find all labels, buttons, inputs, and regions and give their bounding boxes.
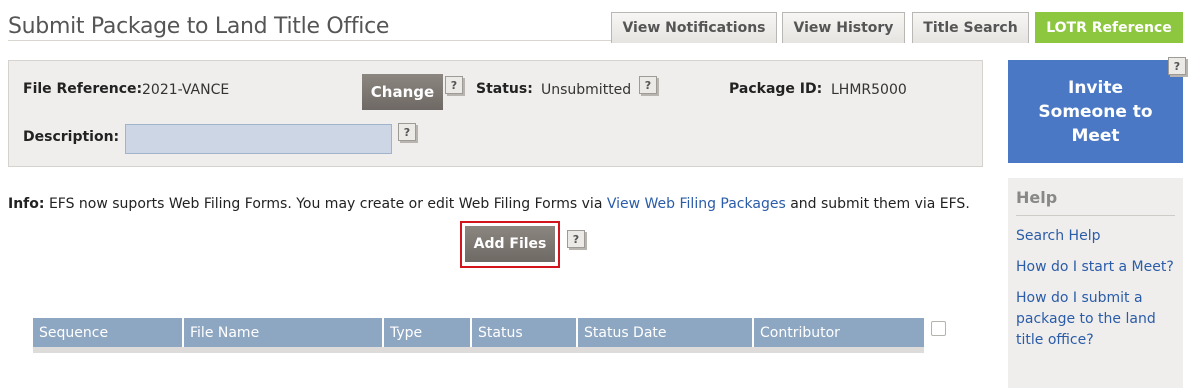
tab-title-search[interactable]: Title Search bbox=[912, 12, 1029, 43]
column-header-sequence[interactable]: Sequence bbox=[33, 318, 184, 347]
file-reference-value: 2021-VANCE bbox=[142, 82, 230, 98]
package-id-value: LHMR5000 bbox=[831, 82, 907, 98]
title-divider bbox=[8, 40, 611, 41]
add-files-help-icon[interactable]: ? bbox=[567, 230, 585, 248]
info-prefix: Info: bbox=[8, 196, 45, 212]
status-help-icon[interactable]: ? bbox=[639, 76, 657, 94]
view-web-filing-packages-link[interactable]: View Web Filing Packages bbox=[607, 196, 786, 212]
info-text-before: EFS now suports Web Filing Forms. You ma… bbox=[48, 196, 603, 212]
column-header-contributor[interactable]: Contributor bbox=[753, 318, 924, 347]
info-text-after: and submit them via EFS. bbox=[790, 196, 970, 212]
column-header-status-date[interactable]: Status Date bbox=[577, 318, 754, 347]
help-link-submit-package[interactable]: How do I submit a package to the land ti… bbox=[1016, 288, 1175, 351]
tab-view-notifications[interactable]: View Notifications bbox=[611, 12, 777, 43]
help-link-search-help[interactable]: Search Help bbox=[1016, 226, 1175, 247]
column-header-status[interactable]: Status bbox=[471, 318, 578, 347]
table-body-empty bbox=[33, 347, 924, 353]
column-header-type[interactable]: Type bbox=[383, 318, 472, 347]
invite-someone-to-meet-button[interactable]: Invite Someone to Meet bbox=[1008, 60, 1183, 163]
package-id-label: Package ID: bbox=[729, 81, 823, 97]
package-info-panel: File Reference: 2021-VANCE Change ? Stat… bbox=[8, 60, 983, 167]
description-help-icon[interactable]: ? bbox=[398, 123, 416, 141]
files-table: Sequence File Name Type Status Status Da… bbox=[33, 318, 924, 347]
description-label: Description: bbox=[23, 129, 120, 145]
status-value: Unsubmitted bbox=[541, 82, 632, 98]
tab-view-history[interactable]: View History bbox=[782, 12, 905, 43]
page-title: Submit Package to Land Title Office bbox=[8, 14, 390, 39]
change-help-icon[interactable]: ? bbox=[445, 76, 463, 94]
invite-help-icon[interactable]: ? bbox=[1168, 57, 1186, 75]
table-header-row: Sequence File Name Type Status Status Da… bbox=[33, 318, 924, 347]
select-all-checkbox[interactable] bbox=[931, 321, 946, 336]
info-message: Info: EFS now suports Web Filing Forms. … bbox=[8, 196, 970, 212]
description-input[interactable] bbox=[125, 124, 392, 154]
help-panel: Help Search Help How do I start a Meet? … bbox=[1008, 178, 1183, 388]
help-divider bbox=[1016, 215, 1175, 216]
change-button[interactable]: Change bbox=[362, 74, 443, 110]
help-title: Help bbox=[1016, 188, 1058, 207]
help-link-start-meet[interactable]: How do I start a Meet? bbox=[1016, 257, 1175, 278]
column-header-file-name[interactable]: File Name bbox=[183, 318, 384, 347]
file-reference-label: File Reference: bbox=[23, 81, 143, 97]
add-files-button[interactable]: Add Files bbox=[465, 226, 555, 262]
tab-lotr-reference[interactable]: LOTR Reference bbox=[1035, 12, 1183, 43]
status-label: Status: bbox=[476, 81, 533, 97]
